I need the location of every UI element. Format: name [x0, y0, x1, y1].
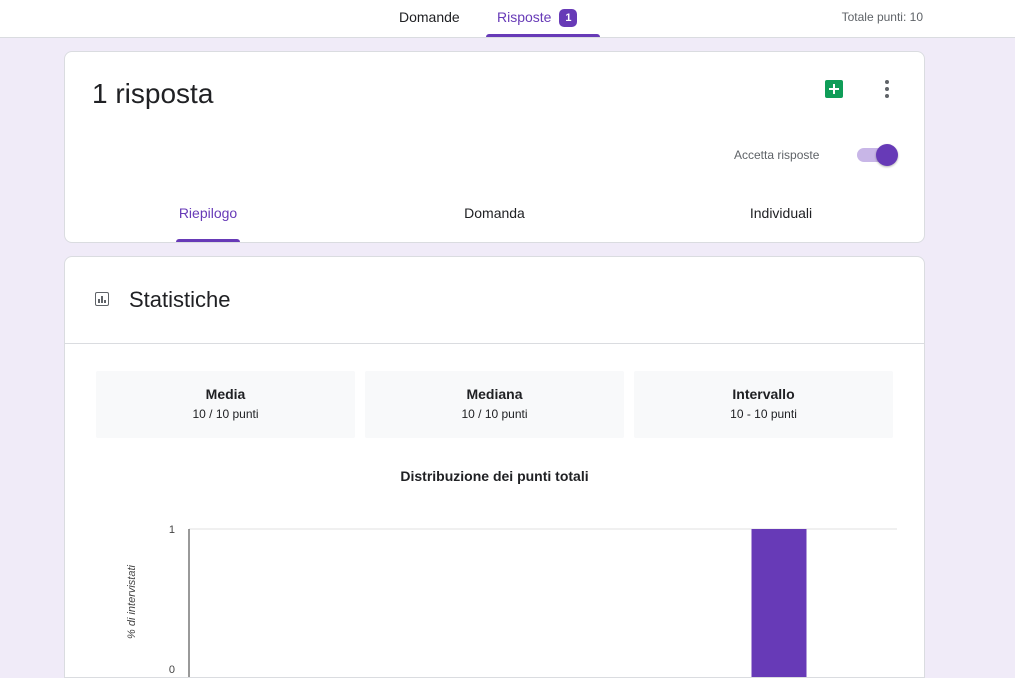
tab-responses-underline	[486, 34, 600, 37]
more-vert-icon[interactable]	[877, 78, 897, 100]
responses-count-title: 1 risposta	[92, 78, 214, 109]
points-distribution-chart: 10% di intervistati	[126, 524, 897, 677]
responses-summary-card: 1 risposta Accetta risposte Riepilogo Do…	[64, 51, 925, 243]
tab-individual-label: Individuali	[749, 205, 813, 221]
top-bar: Domande Risposte 1 Totale punti: 10	[0, 0, 1015, 38]
tab-summary[interactable]: Riepilogo	[65, 205, 351, 242]
tab-summary-label: Riepilogo	[178, 205, 238, 221]
tab-question[interactable]: Domanda	[351, 205, 638, 242]
statistics-card: Statistiche Media 10 / 10 punti Mediana …	[64, 256, 925, 678]
tab-responses[interactable]: Risposte 1	[486, 0, 600, 37]
accept-responses-label: Accetta risposte	[734, 148, 820, 162]
chart-y-tick-label: 1	[169, 524, 175, 536]
accept-responses-toggle[interactable]	[857, 144, 899, 166]
tab-questions-label: Domande	[399, 9, 460, 25]
tab-questions[interactable]: Domande	[399, 0, 460, 37]
chart-y-axis-label: % di intervistati	[126, 564, 138, 639]
chart-bar	[751, 529, 807, 677]
tab-question-label: Domanda	[464, 205, 525, 221]
total-points: Totale punti: 10	[841, 10, 923, 24]
tab-responses-label: Risposte	[497, 9, 552, 25]
tab-individual[interactable]: Individuali	[638, 205, 924, 242]
responses-count-badge: 1	[559, 9, 578, 27]
sheets-icon[interactable]	[825, 80, 843, 98]
tab-summary-underline	[176, 239, 240, 242]
